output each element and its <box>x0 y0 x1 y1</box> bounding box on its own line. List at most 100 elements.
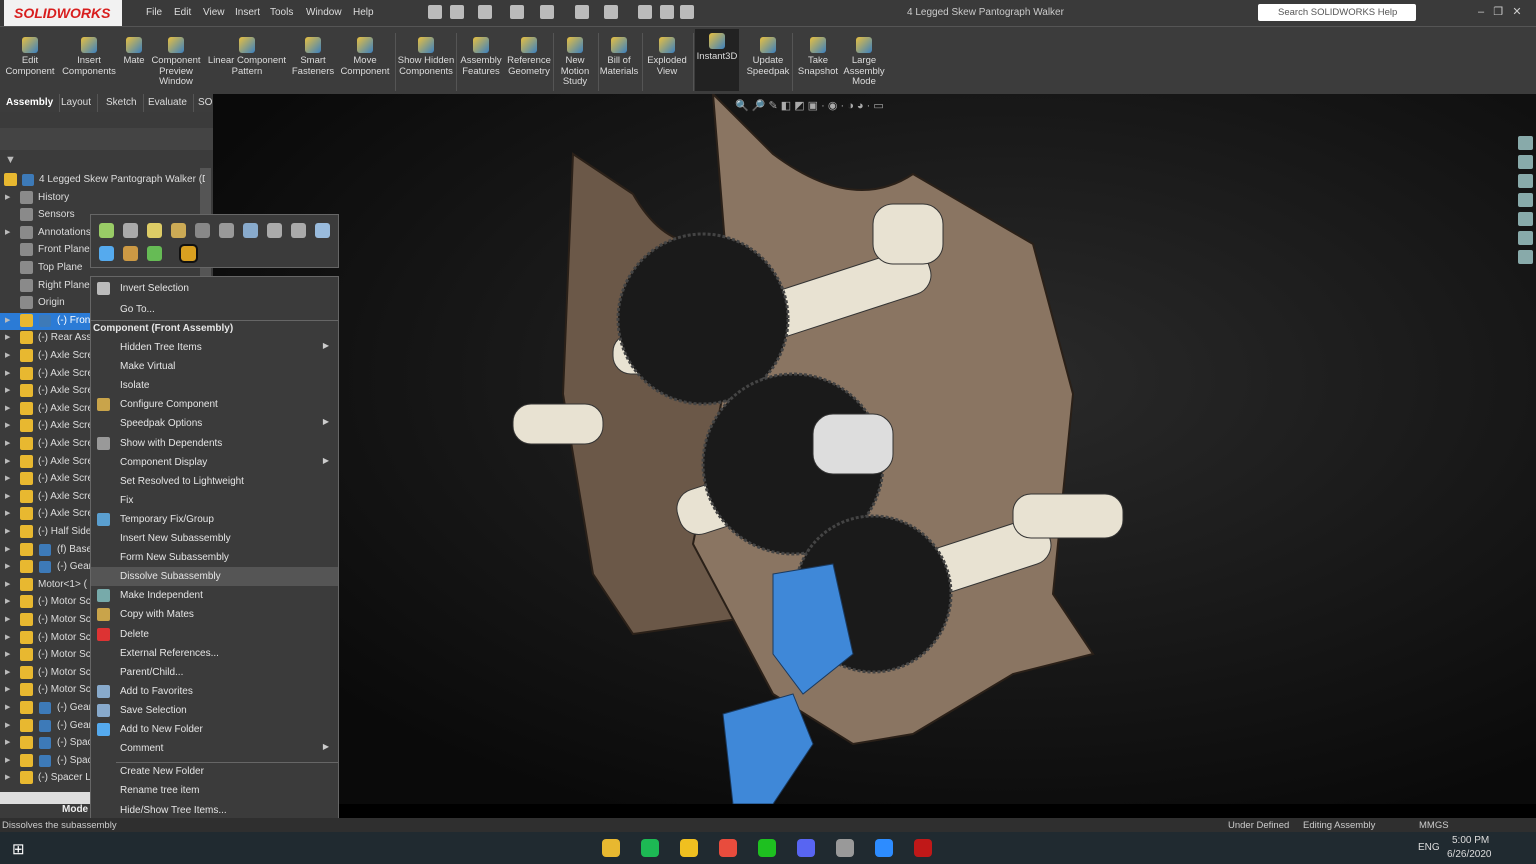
menu-item-rename-tree-item[interactable]: Rename tree item <box>91 781 338 800</box>
quick-access-icon[interactable] <box>604 5 618 19</box>
menu-window[interactable]: Window <box>306 7 342 18</box>
menu-item-go-to-[interactable]: Go To... <box>91 300 338 319</box>
graphics-viewport[interactable] <box>213 91 1536 805</box>
taskbar-app-icon[interactable] <box>680 839 698 857</box>
context-tool-icon[interactable] <box>171 223 186 238</box>
quick-access-icon[interactable] <box>680 5 694 19</box>
tree-item[interactable]: 4 Legged Skew Pantograph Walker (D <box>0 172 205 189</box>
expand-arrow-icon[interactable]: ▶ <box>5 386 10 394</box>
expand-arrow-icon[interactable]: ▶ <box>5 580 10 588</box>
menu-item-dissolve-subassembly[interactable]: Dissolve Subassembly <box>91 567 338 587</box>
ribbon-move-component[interactable]: Move Component <box>337 33 393 77</box>
menu-item-parent-child-[interactable]: Parent/Child... <box>91 663 338 682</box>
taskbar-app-icon[interactable] <box>797 839 815 857</box>
menu-item-add-to-favorites[interactable]: Add to Favorites <box>91 682 338 701</box>
taskbar-app-icon[interactable] <box>602 839 620 857</box>
quick-access-icon[interactable] <box>450 5 464 19</box>
context-tool-icon[interactable] <box>267 223 282 238</box>
manager-tabs[interactable] <box>0 128 213 150</box>
heads-up-view-toolbar[interactable]: 🔍 🔎 ✎ ◧ ◩ ▣ · ◉ · ◑ ◕ · ▭ <box>735 99 884 112</box>
menu-item-fix[interactable]: Fix <box>91 491 338 510</box>
ribbon-edit-component[interactable]: Edit Component <box>0 33 60 77</box>
tab-evaluate[interactable]: Evaluate <box>142 94 194 112</box>
task-pane-icon[interactable] <box>1518 250 1533 264</box>
ribbon-component-preview-window[interactable]: Component Preview Window <box>150 33 202 88</box>
ribbon-insert-components[interactable]: Insert Components <box>61 33 117 77</box>
menu-item-speedpak-options[interactable]: Speedpak Options ▶ <box>91 414 338 433</box>
expand-arrow-icon[interactable]: ▶ <box>5 439 10 447</box>
expand-arrow-icon[interactable]: ▶ <box>5 527 10 535</box>
expand-arrow-icon[interactable]: ▶ <box>5 703 10 711</box>
expand-arrow-icon[interactable]: ▶ <box>5 773 10 781</box>
tab-assembly[interactable]: Assembly <box>0 94 61 112</box>
context-tool-icon[interactable] <box>291 223 306 238</box>
ribbon-show-hidden-components[interactable]: Show Hidden Components <box>396 33 456 77</box>
menu-item-temporary-fix-group[interactable]: Temporary Fix/Group <box>91 510 338 529</box>
ribbon-instant3d[interactable]: Instant3D <box>695 29 739 91</box>
taskbar-app-icon[interactable] <box>836 839 854 857</box>
task-pane-icon[interactable] <box>1518 155 1533 169</box>
expand-arrow-icon[interactable]: ▶ <box>5 721 10 729</box>
menu-item-hidden-tree-items[interactable]: Hidden Tree Items ▶ <box>91 338 338 357</box>
taskbar-app-icon[interactable] <box>875 839 893 857</box>
task-pane-icon[interactable] <box>1518 174 1533 188</box>
ribbon-new-motion-study[interactable]: New Motion Study <box>555 33 595 88</box>
menu-item-insert-new-subassembly[interactable]: Insert New Subassembly <box>91 529 338 548</box>
solidworks-logo[interactable]: SOLIDWORKS <box>4 0 122 26</box>
menu-insert[interactable]: Insert <box>235 7 260 18</box>
context-tool-icon[interactable] <box>99 223 114 238</box>
menu-item-make-virtual[interactable]: Make Virtual <box>91 357 338 376</box>
quick-access-icon[interactable] <box>638 5 652 19</box>
expand-arrow-icon[interactable]: ▶ <box>5 457 10 465</box>
context-tool-icon[interactable] <box>243 223 258 238</box>
help-search-input[interactable]: Search SOLIDWORKS Help <box>1258 4 1416 21</box>
window-controls[interactable]: – ❐ ✕ <box>1478 5 1522 18</box>
expand-arrow-icon[interactable]: ▶ <box>5 316 10 324</box>
menu-item-external-references-[interactable]: External References... <box>91 644 338 663</box>
quick-access-icon[interactable] <box>428 5 442 19</box>
model-tab[interactable]: Mode <box>62 804 88 815</box>
windows-start-icon[interactable]: ⊞ <box>12 840 25 858</box>
language-indicator[interactable]: ENG <box>1418 842 1440 853</box>
context-tool-icon[interactable] <box>195 223 210 238</box>
context-tool-icon[interactable] <box>147 246 162 261</box>
ribbon-linear-component-pattern[interactable]: Linear Component Pattern <box>206 33 288 77</box>
units-selector[interactable]: MMGS <box>1419 820 1449 831</box>
tab-sketch[interactable]: Sketch <box>100 94 144 112</box>
ribbon-mate[interactable]: Mate <box>119 33 149 67</box>
quick-access-icon[interactable] <box>575 5 589 19</box>
expand-arrow-icon[interactable]: ▶ <box>5 633 10 641</box>
expand-arrow-icon[interactable]: ▶ <box>5 685 10 693</box>
expand-arrow-icon[interactable]: ▶ <box>5 650 10 658</box>
task-pane-icon[interactable] <box>1518 231 1533 245</box>
menu-item-invert-selection[interactable]: Invert Selection <box>91 279 338 298</box>
context-tool-icon[interactable] <box>123 246 138 261</box>
task-pane-icon[interactable] <box>1518 193 1533 207</box>
expand-arrow-icon[interactable]: ▶ <box>5 474 10 482</box>
expand-arrow-icon[interactable]: ▶ <box>5 404 10 412</box>
expand-arrow-icon[interactable]: ▶ <box>5 545 10 553</box>
task-pane-icon[interactable] <box>1518 212 1533 226</box>
ribbon-reference-geometry[interactable]: Reference Geometry <box>506 33 552 77</box>
expand-arrow-icon[interactable]: ▶ <box>5 228 10 236</box>
ribbon-exploded-view[interactable]: Exploded View <box>645 33 689 77</box>
quick-access-icon[interactable] <box>660 5 674 19</box>
context-tool-icon[interactable] <box>315 223 330 238</box>
context-tool-icon[interactable] <box>179 244 198 263</box>
ribbon-take-snapshot[interactable]: Take Snapshot <box>796 33 840 77</box>
horizontal-scrollbar[interactable] <box>0 792 90 804</box>
ribbon-smart-fasteners[interactable]: Smart Fasteners <box>290 33 336 77</box>
menu-edit[interactable]: Edit <box>174 7 191 18</box>
ribbon-large-assembly-mode[interactable]: Large Assembly Mode <box>842 33 886 88</box>
quick-access-icon[interactable] <box>478 5 492 19</box>
ribbon-bill-of-materials[interactable]: Bill of Materials <box>597 33 641 77</box>
expand-arrow-icon[interactable]: ▶ <box>5 615 10 623</box>
menu-help[interactable]: Help <box>353 7 374 18</box>
ribbon-update-speedpak[interactable]: Update Speedpak <box>746 33 790 77</box>
expand-arrow-icon[interactable]: ▶ <box>5 668 10 676</box>
menu-item-comment[interactable]: Comment ▶ <box>91 739 338 758</box>
expand-arrow-icon[interactable]: ▶ <box>5 597 10 605</box>
menu-view[interactable]: View <box>203 7 225 18</box>
ribbon-assembly-features[interactable]: Assembly Features <box>458 33 504 77</box>
menu-item-make-independent[interactable]: Make Independent <box>91 586 338 605</box>
